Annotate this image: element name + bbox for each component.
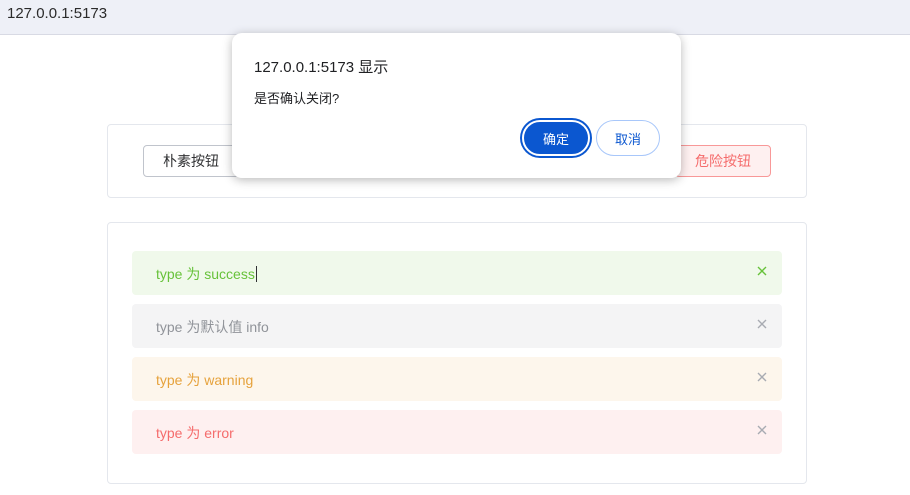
close-icon[interactable] [754,316,770,332]
alert-warning-text: type 为 warning [156,372,254,388]
danger-button[interactable]: 危险按钮 [675,145,771,177]
page: 127.0.0.1:5173 朴素按钮 危险按钮 type 为 success … [0,0,910,495]
cancel-button[interactable]: 取消 [596,120,660,156]
alert-info-text: type 为默认值 info [156,319,269,335]
address-bar[interactable]: 127.0.0.1:5173 [0,0,910,35]
close-icon[interactable] [754,369,770,385]
dialog-message: 是否确认关闭? [254,91,340,106]
alert-warning: type 为 warning [132,357,782,401]
confirm-dialog: 127.0.0.1:5173 显示 是否确认关闭? 确定 取消 [232,33,681,178]
close-icon[interactable] [754,422,770,438]
dialog-title: 127.0.0.1:5173 显示 [254,59,389,76]
alert-success: type 为 success [132,251,782,295]
alert-error: type 为 error [132,410,782,454]
text-cursor [255,266,257,282]
plain-button[interactable]: 朴素按钮 [143,145,239,177]
alert-success-text: type 为 success [156,266,255,282]
close-icon[interactable] [754,263,770,279]
ok-button[interactable]: 确定 [522,120,590,156]
alert-error-text: type 为 error [156,425,234,441]
alert-info: type 为默认值 info [132,304,782,348]
url-text: 127.0.0.1:5173 [7,5,108,22]
